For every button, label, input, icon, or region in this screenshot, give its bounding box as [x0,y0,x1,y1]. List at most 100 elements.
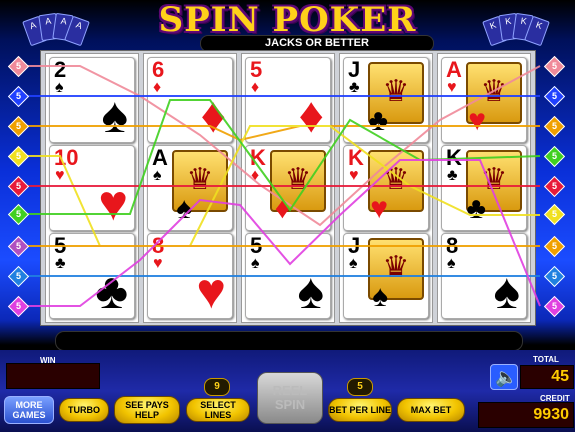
card-rank: 8 [446,233,459,258]
card: 5 ♣ ♣ [49,233,135,319]
card: A ♥ ♛ ♥ [441,57,527,143]
payline-marker-label: 5 [551,209,557,219]
payline-marker-label: 5 [15,271,21,281]
card-rank: K [446,145,462,170]
card-suit-icon: ♣ [55,255,66,272]
card-suit-icon: ♠ [55,79,64,96]
select-lines-button[interactable]: SELECT LINES [186,398,250,422]
payline-marker-left-5[interactable]: 5 [7,175,30,198]
card: 8 ♥ ♥ [147,233,233,319]
card-rank: 8 [152,233,165,258]
card: 2 ♠ ♠ [49,57,135,143]
reel-1: 2 ♠ ♠ 10 ♥ ♥ 5 ♣ ♣ [45,53,139,323]
payline-marker-right-1[interactable]: 5 [543,55,566,78]
payline-marker-label: 5 [15,181,21,191]
payline-marker-label: 5 [551,91,557,101]
card-rank: 2 [54,57,67,82]
card: A ♠ ♛ ♠ [147,145,233,231]
payline-marker-right-7[interactable]: 5 [543,235,566,258]
card: K ♥ ♛ ♥ [343,145,429,231]
bet-per-line-button[interactable]: BET PER LINE [328,398,392,422]
payline-marker-right-4[interactable]: 5 [543,145,566,168]
more-games-button[interactable]: MORE GAMES [4,396,54,424]
payline-marker-label: 5 [551,121,557,131]
payline-marker-label: 5 [551,301,557,311]
payline-marker-label: 5 [15,301,21,311]
card-suit-large-icon: ♠ [176,192,192,225]
max-bet-button[interactable]: MAX BET [397,398,465,422]
speaker-icon: 🔈 [495,367,518,387]
card-suit-icon: ♠ [153,167,162,184]
payline-marker-left-7[interactable]: 5 [7,235,30,258]
reel-5: A ♥ ♛ ♥ K ♣ ♛ ♣ 8 ♠ ♠ [437,53,531,323]
bet-per-line-counter: 5 [347,378,373,396]
total-bet-display: 45 [520,365,574,389]
credit-display: 9930 [478,402,574,428]
card: J ♠ ♛ ♠ [343,233,429,319]
card-suit-icon: ♥ [153,255,163,272]
card-suit-icon: ♦ [251,79,260,96]
card-suit-large-icon: ♦ [298,87,324,143]
card: J ♣ ♛ ♣ [343,57,429,143]
sound-button[interactable]: 🔈 [490,364,518,390]
card-rank: 5 [250,233,263,258]
card-suit-icon: ♥ [349,167,359,184]
win-display [6,363,100,389]
card-suit-icon: ♠ [251,255,260,272]
card: K ♦ ♛ ♦ [245,145,331,231]
payline-marker-label: 5 [551,181,557,191]
card-suit-large-icon: ♦ [200,87,226,143]
card-rank: K [250,145,266,170]
payline-marker-left-2[interactable]: 5 [7,85,30,108]
reel-4: J ♣ ♛ ♣ K ♥ ♛ ♥ J ♠ ♛ ♠ [339,53,433,323]
card-suit-icon: ♣ [447,167,458,184]
card-suit-icon: ♣ [349,79,360,96]
payline-marker-right-9[interactable]: 5 [543,295,566,318]
card-rank: A [152,145,168,170]
payline-marker-right-3[interactable]: 5 [543,115,566,138]
card-suit-large-icon: ♣ [95,263,128,319]
payline-marker-left-3[interactable]: 5 [7,115,30,138]
card: 8 ♠ ♠ [441,233,527,319]
see-pays-help-button[interactable]: SEE PAYS HELP [114,396,180,424]
card-rank: 5 [250,57,263,82]
card-suit-icon: ♦ [153,79,162,96]
payline-marker-right-8[interactable]: 5 [543,265,566,288]
card: 10 ♥ ♥ [49,145,135,231]
reel-area: 2 ♠ ♠ 10 ♥ ♥ 5 ♣ ♣ 6 ♦ ♦ A ♠ ♛ ♠ 8 ♥ ♥ 5 ♦ ♦ K ♦ ♛ ♦ 5 ♠ ♠ J ♣ ♛ ♣ K ♥ ♛ ♥ J ♠… [40,50,536,326]
lines-counter: 9 [204,378,230,396]
card-suit-large-icon: ♥ [196,263,226,319]
game-title: SPIN POKER [158,0,417,40]
payline-marker-left-4[interactable]: 5 [7,145,30,168]
payline-marker-label: 5 [551,241,557,251]
card-rank: 5 [54,233,67,258]
card-suit-icon: ♠ [349,255,358,272]
card-suit-large-icon: ♣ [466,192,486,225]
payline-marker-left-8[interactable]: 5 [7,265,30,288]
card-suit-large-icon: ♥ [370,192,388,225]
payline-marker-label: 5 [551,151,557,161]
payline-marker-right-2[interactable]: 5 [543,85,566,108]
message-bar [55,331,523,351]
card: 6 ♦ ♦ [147,57,233,143]
payline-marker-left-6[interactable]: 5 [7,203,30,226]
payline-marker-left-9[interactable]: 5 [7,295,30,318]
payline-marker-right-6[interactable]: 5 [543,203,566,226]
payline-marker-label: 5 [551,271,557,281]
payline-marker-label: 5 [15,241,21,251]
payline-marker-right-5[interactable]: 5 [543,175,566,198]
payline-marker-label: 5 [15,151,21,161]
card-suit-large-icon: ♠ [372,280,388,313]
card-rank: K [348,145,364,170]
payline-marker-left-1[interactable]: 5 [7,55,30,78]
card-suit-large-icon: ♣ [368,104,388,137]
reel-spin-button[interactable]: REEL SPIN [257,372,323,424]
turbo-button[interactable]: TURBO [59,398,109,422]
card-suit-large-icon: ♦ [274,192,290,225]
card: K ♣ ♛ ♣ [441,145,527,231]
card-rank: J [348,57,361,82]
card-suit-icon: ♥ [55,167,65,184]
control-panel: WIN TOTAL BET 45 🔈 CREDIT 9930 MORE GAME… [0,350,575,432]
reel-2: 6 ♦ ♦ A ♠ ♛ ♠ 8 ♥ ♥ [143,53,237,323]
payline-marker-label: 5 [15,121,21,131]
